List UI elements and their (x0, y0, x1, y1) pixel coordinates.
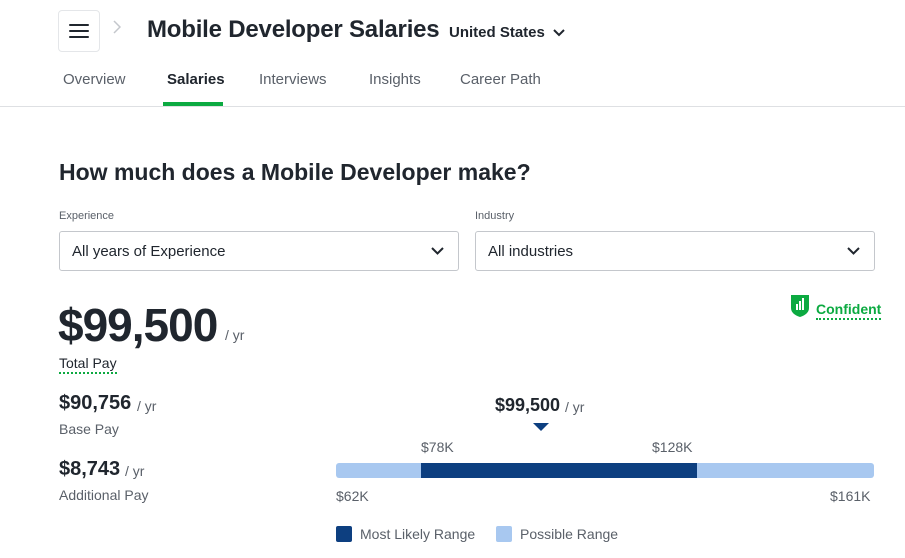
active-tab-indicator (163, 102, 223, 106)
hamburger-menu-icon (69, 24, 89, 38)
most-likely-swatch (336, 526, 352, 542)
additional-pay-unit: / yr (125, 463, 145, 479)
additional-pay-amount: $8,743 (59, 458, 121, 480)
total-pay-label[interactable]: Total Pay (59, 355, 117, 374)
base-pay-unit: / yr (137, 398, 157, 414)
median-marker-icon (533, 423, 549, 431)
possible-high-label: $161K (830, 488, 871, 504)
base-pay-label: Base Pay (59, 421, 119, 437)
confidence-label: Confident (816, 301, 882, 320)
chevron-down-icon (847, 247, 860, 255)
industry-label: Industry (475, 210, 515, 222)
industry-value: All industries (488, 242, 574, 260)
location-selector[interactable]: United States (449, 24, 565, 41)
page-title: Mobile Developer Salaries (147, 16, 440, 43)
total-pay-amount: $99,500 (58, 299, 218, 351)
likely-high-label: $128K (652, 439, 693, 455)
most-likely-range-bar (421, 463, 697, 478)
possible-swatch (496, 526, 512, 542)
chevron-down-icon (553, 29, 565, 37)
additional-pay-label: Additional Pay (59, 487, 149, 503)
total-pay-unit: / yr (225, 327, 245, 343)
menu-button[interactable] (58, 10, 100, 52)
median-pay-amount: $99,500 (495, 395, 561, 415)
legend-possible: Possible Range (496, 526, 618, 542)
experience-value: All years of Experience (72, 242, 226, 260)
median-pay-unit: / yr (565, 399, 585, 415)
tab-insights[interactable]: Insights (369, 71, 421, 88)
confidence-shield-icon (791, 295, 809, 317)
chevron-down-icon (431, 247, 444, 255)
experience-label: Experience (59, 210, 115, 222)
location-label: United States (449, 24, 545, 41)
legend-most-likely-label: Most Likely Range (360, 526, 476, 542)
tab-interviews[interactable]: Interviews (259, 71, 327, 88)
likely-low-label: $78K (421, 439, 454, 455)
base-pay-amount: $90,756 (59, 392, 132, 414)
chevron-right-icon (113, 20, 122, 39)
tab-bar: Overview Salaries Interviews Insights Ca… (0, 58, 905, 107)
industry-select[interactable]: All industries (475, 231, 875, 271)
experience-select[interactable]: All years of Experience (59, 231, 459, 271)
legend-most-likely: Most Likely Range (336, 526, 475, 542)
confidence-badge[interactable]: Confident (790, 294, 882, 320)
possible-low-label: $62K (336, 488, 369, 504)
tab-career-path[interactable]: Career Path (460, 71, 541, 88)
tab-salaries[interactable]: Salaries (167, 71, 225, 88)
legend-possible-label: Possible Range (520, 526, 619, 542)
section-heading: How much does a Mobile Developer make? (59, 159, 531, 185)
tab-overview[interactable]: Overview (63, 71, 126, 88)
